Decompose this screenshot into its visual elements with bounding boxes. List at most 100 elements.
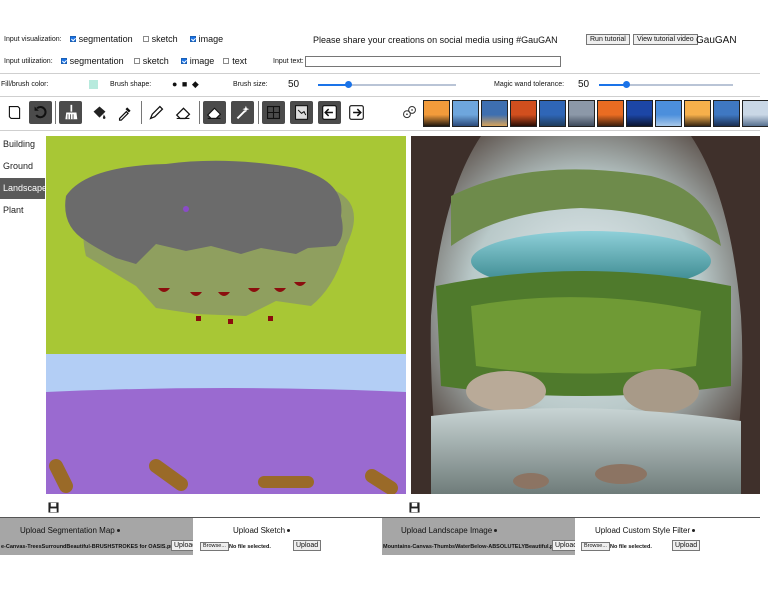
slider-knob[interactable] bbox=[622, 81, 630, 88]
upload-style-filter-title: Upload Custom Style Filter bbox=[595, 526, 696, 535]
no-file-selected-text: No file selected. bbox=[229, 544, 271, 550]
style-thumbnail[interactable] bbox=[423, 100, 450, 127]
undo-icon[interactable] bbox=[29, 101, 52, 124]
magic-wand-label: Magic wand tolerance: bbox=[494, 81, 565, 88]
toolbar-separator bbox=[199, 101, 200, 124]
broom-icon[interactable] bbox=[59, 101, 82, 124]
style-thumbnail[interactable] bbox=[481, 100, 508, 127]
util-option-image[interactable]: image bbox=[180, 56, 214, 66]
app-title: GauGAN bbox=[696, 35, 737, 46]
style-thumbnail[interactable] bbox=[597, 100, 624, 127]
checkbox[interactable] bbox=[142, 36, 149, 42]
eraser-filled-icon[interactable] bbox=[203, 101, 226, 124]
checkbox[interactable] bbox=[180, 58, 187, 64]
style-thumbnail[interactable] bbox=[713, 100, 740, 127]
style-thumbnail[interactable] bbox=[568, 100, 595, 127]
info-dot-icon bbox=[116, 529, 120, 533]
input-utilization-row: Input utilization: segmentation sketch i… bbox=[4, 56, 247, 66]
style-thumbnail[interactable] bbox=[452, 100, 479, 127]
slider-fill bbox=[318, 84, 349, 86]
upload-title-text: Upload Sketch bbox=[233, 526, 286, 535]
style-thumbnail[interactable] bbox=[742, 100, 768, 127]
upload-landscape-panel: Upload Landscape Image Mountains-Canvas-… bbox=[382, 518, 581, 555]
input-text-field[interactable] bbox=[305, 56, 561, 67]
brush-size-label: Brush size: bbox=[233, 81, 268, 88]
document-scan-icon[interactable] bbox=[290, 101, 313, 124]
brush-shape-options[interactable]: ● ■ ◆ bbox=[172, 79, 200, 90]
floppy-disk-icon[interactable] bbox=[48, 502, 59, 513]
ground-region bbox=[46, 388, 406, 494]
util-option-label: sketch bbox=[142, 56, 169, 66]
page-icon[interactable] bbox=[3, 101, 26, 124]
util-option-sketch[interactable]: sketch bbox=[133, 56, 169, 66]
style-thumbnail[interactable] bbox=[655, 100, 682, 127]
upload-style-filter-panel: Upload Custom Style Filter Browse... No … bbox=[575, 518, 760, 555]
generated-image bbox=[411, 136, 760, 494]
magic-wand-slider[interactable] bbox=[599, 81, 733, 88]
fill-color-swatch[interactable] bbox=[89, 80, 98, 89]
checkbox[interactable] bbox=[189, 36, 196, 42]
slider-knob[interactable] bbox=[345, 81, 353, 88]
checkbox[interactable] bbox=[69, 36, 76, 42]
eraser-icon[interactable] bbox=[172, 101, 195, 124]
util-option-label: segmentation bbox=[69, 56, 124, 66]
paint-dot bbox=[183, 206, 189, 212]
run-tutorial-button[interactable]: Run tutorial bbox=[586, 34, 630, 45]
style-thumbnail[interactable] bbox=[539, 100, 566, 127]
upload-sketch-panel: Upload Sketch Browse... No file selected… bbox=[193, 518, 382, 555]
dice-icon[interactable] bbox=[398, 101, 421, 124]
style-thumbnail[interactable] bbox=[684, 100, 711, 127]
fill-color-label: Fill/brush color: bbox=[1, 81, 49, 88]
input-text-label: Input text: bbox=[273, 58, 304, 65]
info-dot-icon bbox=[494, 529, 498, 533]
vis-option-segmentation[interactable]: segmentation bbox=[69, 34, 133, 44]
upload-sketch-title: Upload Sketch bbox=[233, 526, 291, 535]
category-item-building[interactable]: Building bbox=[0, 134, 45, 155]
input-visualization-row: Input visualization: segmentation sketch… bbox=[4, 34, 223, 44]
input-visualization-label: Input visualization: bbox=[4, 35, 62, 43]
magic-wand-icon[interactable] bbox=[231, 101, 254, 124]
util-option-segmentation[interactable]: segmentation bbox=[60, 56, 124, 66]
vis-option-label: segmentation bbox=[78, 34, 133, 44]
style-thumbnail[interactable] bbox=[510, 100, 537, 127]
browse-button[interactable]: Browse... bbox=[581, 542, 610, 551]
floppy-disk-icon[interactable] bbox=[409, 502, 420, 513]
pencil-icon[interactable] bbox=[145, 101, 168, 124]
input-utilization-label: Input utilization: bbox=[4, 57, 53, 65]
info-dot-icon bbox=[692, 529, 696, 533]
segmentation-canvas[interactable] bbox=[46, 136, 406, 494]
upload-title-text: Upload Segmentation Map bbox=[20, 526, 115, 535]
arrow-left-box-icon[interactable] bbox=[318, 101, 341, 124]
vis-option-sketch[interactable]: sketch bbox=[142, 34, 178, 44]
util-option-label: text bbox=[232, 56, 247, 66]
browse-button[interactable]: Browse... bbox=[200, 542, 229, 551]
checkbox[interactable] bbox=[60, 58, 67, 64]
brush-size-value: 50 bbox=[288, 79, 300, 90]
vis-option-image[interactable]: image bbox=[189, 34, 223, 44]
view-tutorial-video-button[interactable]: View tutorial video bbox=[633, 34, 698, 45]
arrow-right-box-icon[interactable] bbox=[345, 101, 368, 124]
checkbox[interactable] bbox=[223, 58, 230, 64]
upload-title-text: Upload Landscape Image bbox=[401, 526, 493, 535]
grid-icon[interactable] bbox=[262, 101, 285, 124]
paint-bucket-icon[interactable] bbox=[88, 101, 111, 124]
category-item-plant[interactable]: Plant bbox=[0, 200, 45, 221]
divider bbox=[0, 130, 760, 131]
upload-style-filter-button[interactable]: Upload bbox=[672, 540, 701, 551]
toolbar-separator bbox=[258, 101, 259, 124]
upload-segmentation-title: Upload Segmentation Map bbox=[20, 526, 120, 535]
util-option-text[interactable]: text bbox=[223, 56, 247, 66]
toolbar-separator bbox=[55, 101, 56, 124]
brush-size-slider[interactable] bbox=[318, 81, 456, 88]
upload-landscape-title: Upload Landscape Image bbox=[401, 526, 498, 535]
category-item-landscape[interactable]: Landscape bbox=[0, 178, 47, 199]
magic-wand-value: 50 bbox=[578, 79, 590, 90]
category-item-ground[interactable]: Ground bbox=[0, 156, 45, 177]
upload-sketch-button[interactable]: Upload bbox=[293, 540, 322, 551]
style-thumbnail[interactable] bbox=[626, 100, 653, 127]
checkbox[interactable] bbox=[133, 58, 140, 64]
no-file-selected-text: No file selected. bbox=[610, 544, 652, 550]
eyedropper-icon[interactable] bbox=[114, 101, 137, 124]
segmentation-filename: e-Canvas-TreesSurroundBeautiful-BRUSHSTR… bbox=[1, 544, 171, 550]
upload-title-text: Upload Custom Style Filter bbox=[595, 526, 691, 535]
